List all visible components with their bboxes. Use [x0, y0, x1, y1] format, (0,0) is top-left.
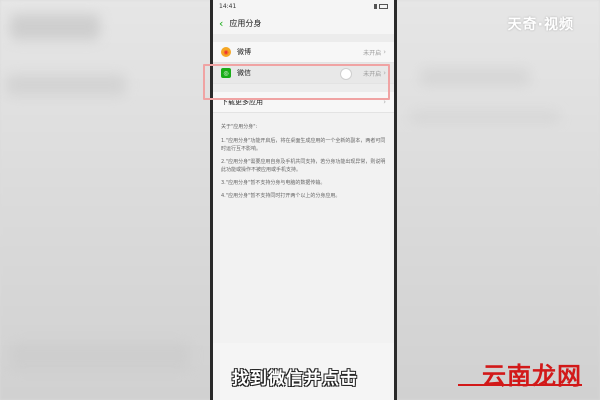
watermark: 天奇·视频 — [507, 17, 574, 33]
background-blob — [410, 110, 560, 124]
phone-bezel-right — [394, 0, 397, 400]
status-bar: 14:41 — [213, 0, 394, 12]
status-icons — [374, 3, 388, 9]
background-blob — [420, 68, 530, 86]
chevron-right-icon: › — [383, 48, 386, 56]
status-time: 14:41 — [219, 2, 237, 10]
about-item: 1."应用分身"功能开启后，将在桌面生成应用的一个全新的副本，两者可同时运行互不… — [221, 138, 386, 152]
phone-screen: 14:41 ‹ 应用分身 ◉ 微博 未开启 › ◎ 微信 未开启 › 下载更多应… — [213, 0, 394, 400]
about-item: 2."应用分身"需要应用自身及手机共同支持，若分身功能出现异常，则说明此功能或操… — [221, 159, 386, 173]
battery-icon — [379, 3, 388, 9]
background-blob — [10, 342, 190, 370]
app-row-weibo[interactable]: ◉ 微博 未开启 › — [213, 42, 394, 63]
app-name: 微博 — [237, 48, 251, 56]
about-section: 关于"应用分身": 1."应用分身"功能开启后，将在桌面生成应用的一个全新的副本… — [213, 113, 394, 343]
weibo-icon: ◉ — [221, 47, 231, 57]
background-blob — [10, 14, 100, 40]
logo-underline — [458, 384, 582, 386]
video-caption: 找到微信并点击 — [232, 369, 358, 389]
header: ‹ 应用分身 — [213, 12, 394, 34]
about-item: 3."应用分身"暂不支持分身与电脑的数据传输。 — [221, 180, 326, 186]
chevron-left-icon[interactable]: ‹ — [219, 18, 223, 29]
signal-icon — [374, 3, 377, 9]
page-title: 应用分身 — [229, 18, 262, 28]
about-item: 4."应用分身"暂不支持同时打开两个以上的分身应用。 — [221, 193, 341, 199]
section-divider — [213, 34, 394, 42]
background-blur-left — [0, 0, 213, 400]
app-status: 未开启 — [363, 49, 382, 57]
highlight-box — [203, 64, 390, 100]
background-blur-right — [394, 0, 600, 400]
about-title: 关于"应用分身": — [221, 124, 258, 130]
background-blob — [6, 74, 126, 96]
